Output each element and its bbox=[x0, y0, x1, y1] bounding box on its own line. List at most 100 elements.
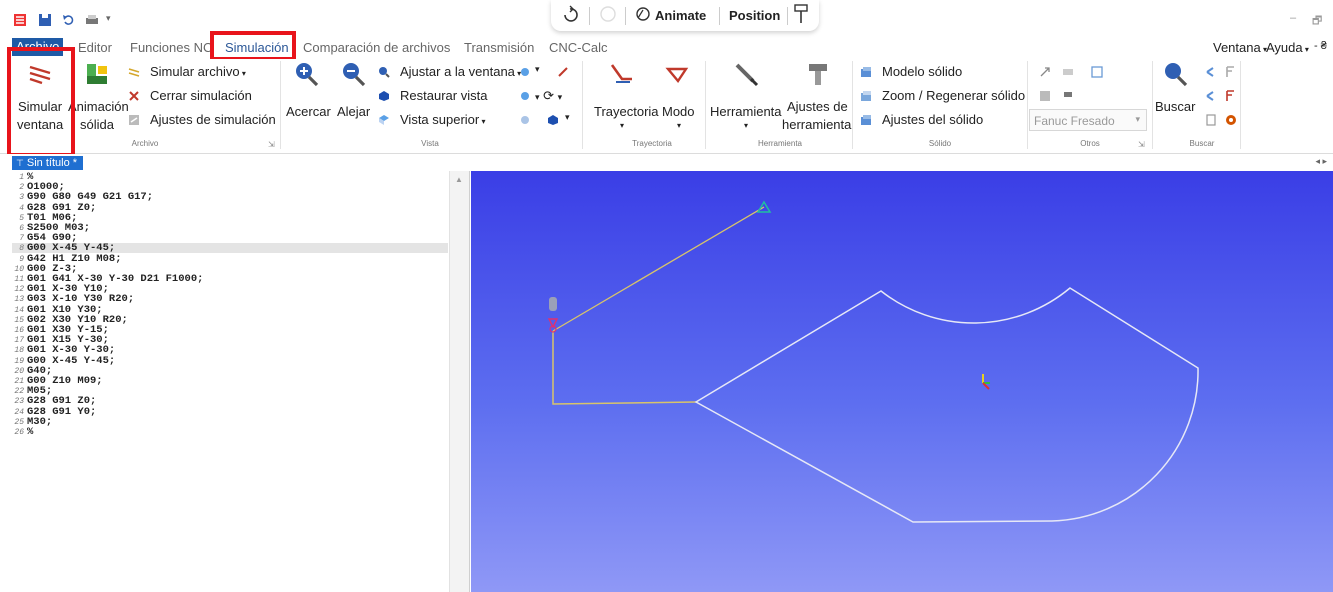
ajustar-ventana-button[interactable]: Ajustar a la ventana ▾ bbox=[400, 64, 521, 79]
orbit-button[interactable]: ▾ ⟳ ▾ bbox=[535, 88, 562, 104]
simulation-drawing bbox=[547, 200, 1199, 523]
code-line[interactable]: 1% bbox=[12, 172, 448, 183]
view-tool-4-icon[interactable] bbox=[547, 114, 559, 126]
zoom-out-icon[interactable] bbox=[340, 61, 366, 87]
simulate-file-icon[interactable] bbox=[128, 66, 140, 78]
tool-icon-3d bbox=[547, 297, 559, 333]
tab-funciones-nc[interactable]: Funciones NC bbox=[130, 40, 212, 55]
animacion-label-1[interactable]: Animación bbox=[68, 99, 129, 114]
view-tool-3-icon[interactable] bbox=[519, 114, 531, 126]
group-title-otros: Otros bbox=[1080, 139, 1100, 148]
modo-button[interactable]: Modo bbox=[662, 104, 695, 119]
toolpath-icon[interactable] bbox=[608, 61, 634, 87]
replace-filter-icon[interactable] bbox=[1225, 90, 1237, 102]
highlight-box-simular-ventana bbox=[7, 47, 75, 157]
line-number: 26 bbox=[14, 428, 24, 437]
control-select[interactable]: Fanuc Fresado ▾ bbox=[1029, 109, 1147, 131]
animate-icon[interactable] bbox=[635, 6, 651, 25]
otros-tool-3-icon[interactable] bbox=[1091, 66, 1103, 78]
acercar-button[interactable]: Acercar bbox=[286, 104, 331, 119]
find-next-icon[interactable] bbox=[1205, 66, 1217, 78]
find-options-icon[interactable] bbox=[1225, 114, 1237, 126]
ventana-menu[interactable]: Ventana ▾ bbox=[1213, 40, 1267, 55]
trayectoria-button[interactable]: Trayectoria bbox=[594, 104, 659, 119]
ajustes-solido-button[interactable]: Ajustes del sólido bbox=[882, 112, 983, 127]
top-view-icon[interactable] bbox=[378, 114, 390, 126]
tab-cnc-calc[interactable]: CNC-Calc bbox=[549, 40, 608, 55]
code-line[interactable]: 21 G00 Z10 M09; bbox=[12, 376, 448, 387]
simulation-viewport[interactable] bbox=[471, 171, 1333, 592]
editor-scrollbar[interactable]: ▲ bbox=[449, 171, 469, 592]
scroll-up-icon[interactable]: ▲ bbox=[455, 175, 463, 184]
animate-button[interactable]: Animate bbox=[655, 8, 706, 23]
paint-roller-icon[interactable] bbox=[793, 3, 811, 28]
save-icon[interactable] bbox=[38, 13, 52, 27]
ajustes-simulacion-button[interactable]: Ajustes de simulación bbox=[150, 112, 276, 127]
zoom-in-icon[interactable] bbox=[293, 61, 319, 87]
code-line[interactable]: 26% bbox=[12, 427, 448, 438]
code-line[interactable]: 25 M30; bbox=[12, 417, 448, 428]
fit-window-icon[interactable] bbox=[378, 66, 390, 78]
circle-icon[interactable] bbox=[599, 5, 617, 26]
alejar-button[interactable]: Alejar bbox=[337, 104, 370, 119]
cerrar-simulacion-button[interactable]: Cerrar simulación bbox=[150, 88, 252, 103]
undo-icon[interactable] bbox=[62, 13, 76, 27]
code-line[interactable]: 24 G28 G91 Y0; bbox=[12, 406, 448, 417]
restore-view-icon[interactable] bbox=[378, 90, 390, 102]
tool-settings-icon[interactable] bbox=[805, 61, 831, 87]
buscar-button[interactable]: Buscar bbox=[1155, 99, 1195, 114]
animacion-label-2[interactable]: sólida bbox=[80, 117, 114, 132]
otros-tool-5-icon[interactable] bbox=[1062, 90, 1074, 102]
minimize-button[interactable]: – bbox=[1290, 12, 1296, 24]
tab-comparacion[interactable]: Comparación de archivos bbox=[303, 40, 450, 55]
ajustes-herramienta-label-2[interactable]: herramienta bbox=[782, 117, 851, 132]
trayectoria-dropdown[interactable]: ▾ bbox=[620, 121, 624, 130]
highlight-box-simulacion-tab bbox=[210, 31, 296, 61]
archivo-launcher-icon[interactable]: ⇲ bbox=[268, 140, 275, 149]
modo-dropdown[interactable]: ▾ bbox=[677, 121, 681, 130]
pencil-icon[interactable] bbox=[557, 66, 569, 78]
tool-icon[interactable] bbox=[733, 61, 759, 87]
customize-qat-icon[interactable]: ▾ bbox=[106, 13, 120, 27]
solid-settings-icon[interactable] bbox=[860, 114, 872, 126]
replace-icon[interactable] bbox=[1205, 90, 1217, 102]
otros-tool-1-icon[interactable] bbox=[1039, 66, 1051, 78]
ajustes-herramienta-label-1[interactable]: Ajustes de bbox=[787, 99, 848, 114]
tab-editor[interactable]: Editor bbox=[78, 40, 112, 55]
code-line[interactable]: 19 G00 X-45 Y-45; bbox=[12, 355, 448, 366]
find-doc-icon[interactable] bbox=[1205, 114, 1217, 126]
tab-transmision[interactable]: Transmisión bbox=[464, 40, 534, 55]
otros-launcher-icon[interactable]: ⇲ bbox=[1138, 140, 1145, 149]
zoom-regenerate-icon[interactable] bbox=[860, 90, 872, 102]
modelo-solido-button[interactable]: Modelo sólido bbox=[882, 64, 962, 79]
ribbon-options[interactable]: - ₴ bbox=[1314, 40, 1327, 52]
solid-animation-icon[interactable] bbox=[84, 61, 110, 87]
vista-superior-button[interactable]: Vista superior ▾ bbox=[400, 112, 486, 127]
ayuda-menu[interactable]: Ayuda ▾ bbox=[1266, 40, 1309, 55]
panel-scroll-arrows[interactable]: ◂ ▸ bbox=[1315, 156, 1327, 167]
search-icon[interactable] bbox=[1162, 61, 1188, 87]
otros-tool-4-icon[interactable] bbox=[1039, 90, 1051, 102]
zoom-regenerar-button[interactable]: Zoom / Regenerar sólido bbox=[882, 88, 1025, 103]
restaurar-vista-button[interactable]: Restaurar vista bbox=[400, 88, 487, 103]
simular-archivo-button[interactable]: Simular archivo ▾ bbox=[150, 64, 246, 79]
find-filter-icon[interactable] bbox=[1225, 66, 1237, 78]
view-tool-1-dropdown[interactable]: ▾ bbox=[535, 64, 540, 75]
restore-button[interactable]: 🗗 bbox=[1312, 12, 1322, 31]
simulation-settings-icon[interactable] bbox=[128, 114, 140, 126]
close-simulation-icon[interactable] bbox=[128, 90, 140, 102]
view-tool-2-icon[interactable] bbox=[519, 90, 531, 102]
view-tool-4-dropdown[interactable]: ▾ bbox=[565, 112, 570, 123]
code-editor[interactable]: 1% 2 O1000; 3 G90 G80 G49 G21 G17; 4 G28 G91 Z… bbox=[12, 171, 470, 592]
view-tool-1-icon[interactable] bbox=[519, 66, 531, 78]
mode-icon[interactable] bbox=[664, 61, 690, 87]
print-icon[interactable] bbox=[85, 13, 99, 27]
otros-tool-2-icon[interactable] bbox=[1062, 66, 1074, 78]
document-tab[interactable]: ⊤ Sin título * bbox=[12, 156, 84, 170]
herramienta-dropdown[interactable]: ▾ bbox=[744, 121, 748, 130]
group-title-vista: Vista bbox=[421, 139, 439, 148]
position-button[interactable]: Position bbox=[729, 8, 780, 23]
rotate-icon[interactable] bbox=[561, 5, 579, 26]
solid-model-icon[interactable] bbox=[860, 66, 872, 78]
herramienta-button[interactable]: Herramienta bbox=[710, 104, 782, 119]
